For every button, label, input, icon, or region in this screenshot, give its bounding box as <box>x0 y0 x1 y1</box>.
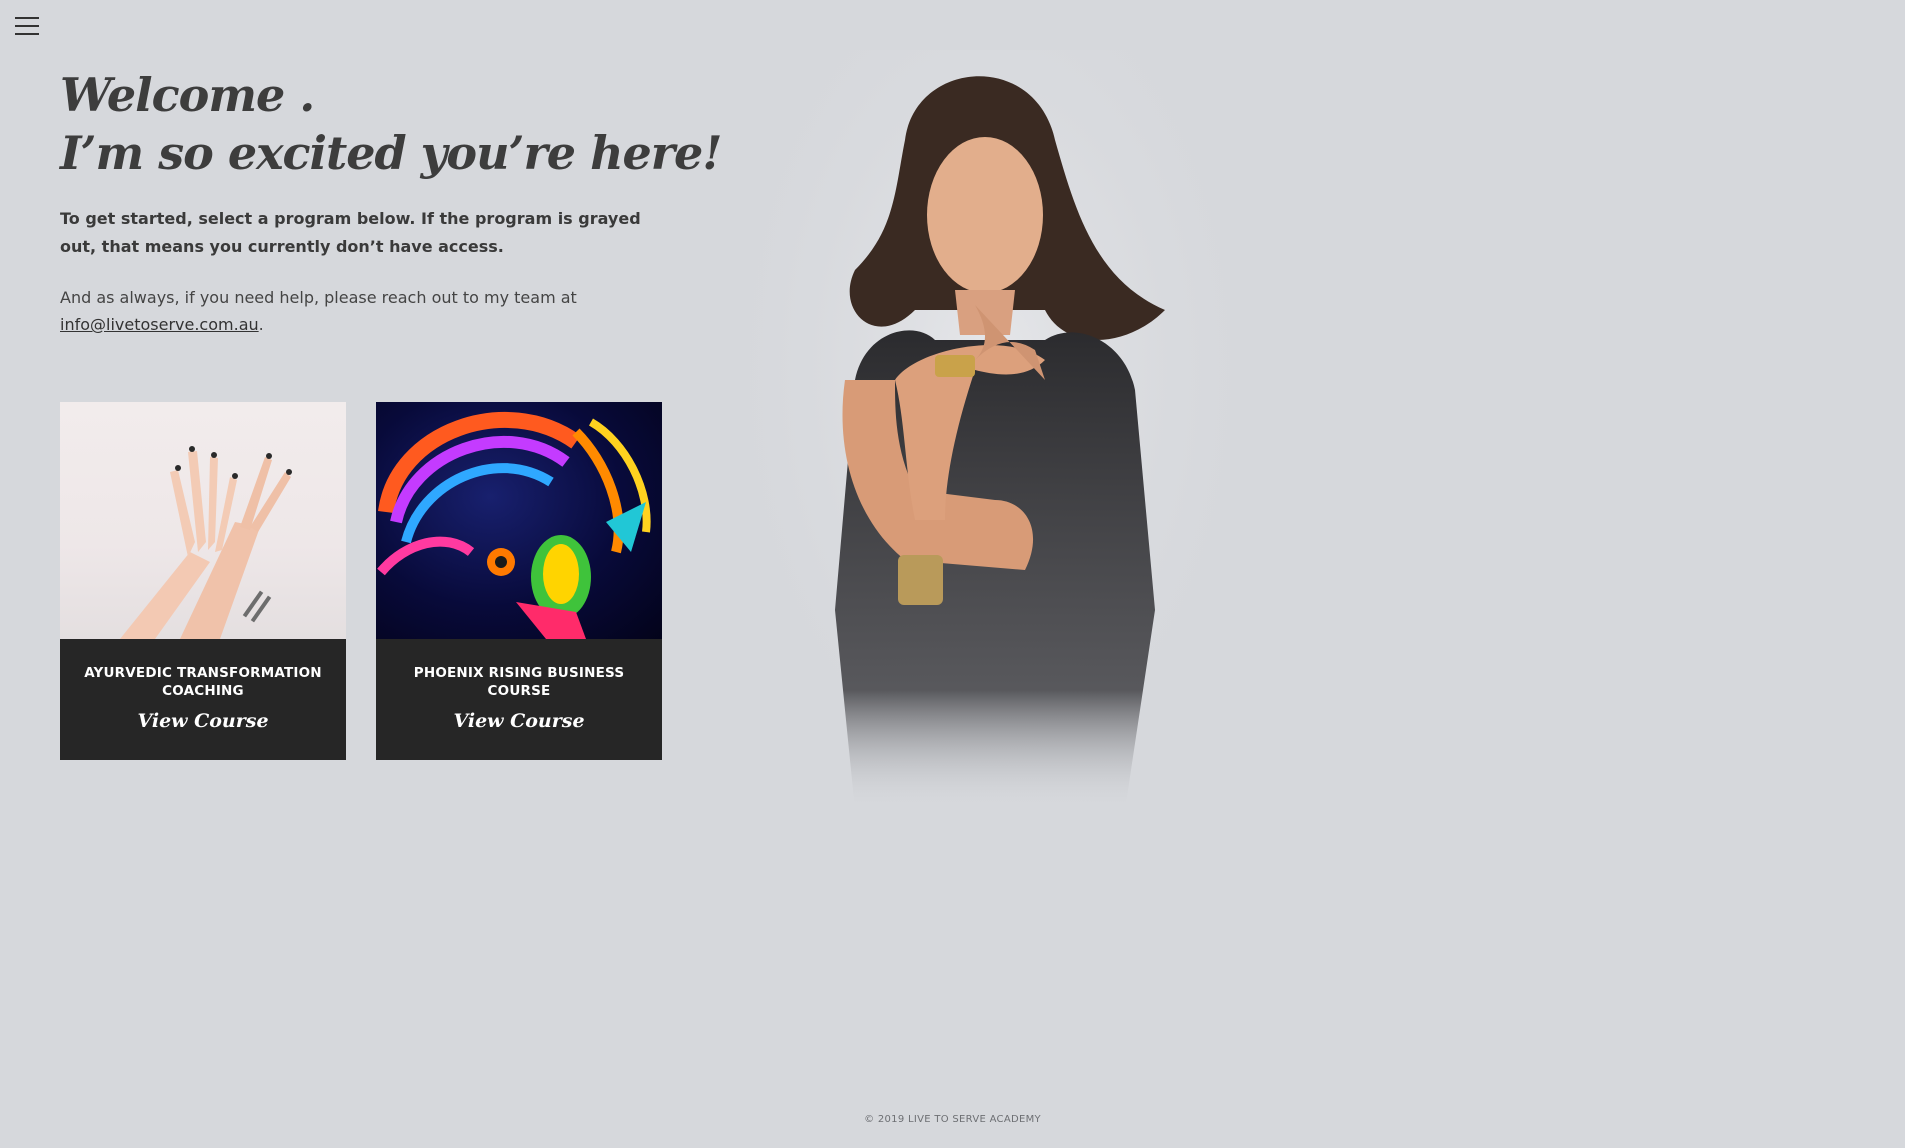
menu-bar <box>15 17 39 19</box>
course-card-ayurvedic[interactable]: AYURVEDIC TRANSFORMATION COACHING View C… <box>60 402 346 760</box>
menu-bar <box>15 33 39 35</box>
course-title: AYURVEDIC TRANSFORMATION COACHING <box>84 665 322 699</box>
hands-illustration <box>120 446 292 639</box>
excited-line: I’m so excited you’re here! <box>60 126 722 180</box>
welcome-line: Welcome . <box>60 68 315 122</box>
help-trailing: . <box>258 315 264 334</box>
footer-copyright: © 2019 LIVE TO SERVE ACADEMY <box>864 1114 1041 1125</box>
intro-instructions: To get started, select a program below. … <box>60 209 641 256</box>
view-course-link[interactable]: View Course <box>376 710 662 732</box>
hamburger-menu-icon[interactable] <box>15 17 39 37</box>
course-card-phoenix[interactable]: PHOENIX RISING BUSINESS COURSE View Cour… <box>376 402 662 760</box>
phoenix-illustration <box>377 411 651 639</box>
course-thumbnail-hands <box>60 402 346 639</box>
view-course-link[interactable]: View Course <box>60 710 346 732</box>
course-thumbnail-phoenix <box>376 402 662 639</box>
portrait-illustration <box>745 50 1235 850</box>
welcome-heading: Welcome . I’m so excited you’re here! <box>60 66 722 182</box>
help-text: And as always, if you need help, please … <box>60 288 577 307</box>
menu-bar <box>15 25 39 27</box>
course-title: PHOENIX RISING BUSINESS COURSE <box>413 665 625 699</box>
support-email-link[interactable]: info@livetoserve.com.au <box>60 315 259 334</box>
portrait-photo <box>745 50 1235 850</box>
intro-help: And as always, if you need help, please … <box>60 284 670 338</box>
